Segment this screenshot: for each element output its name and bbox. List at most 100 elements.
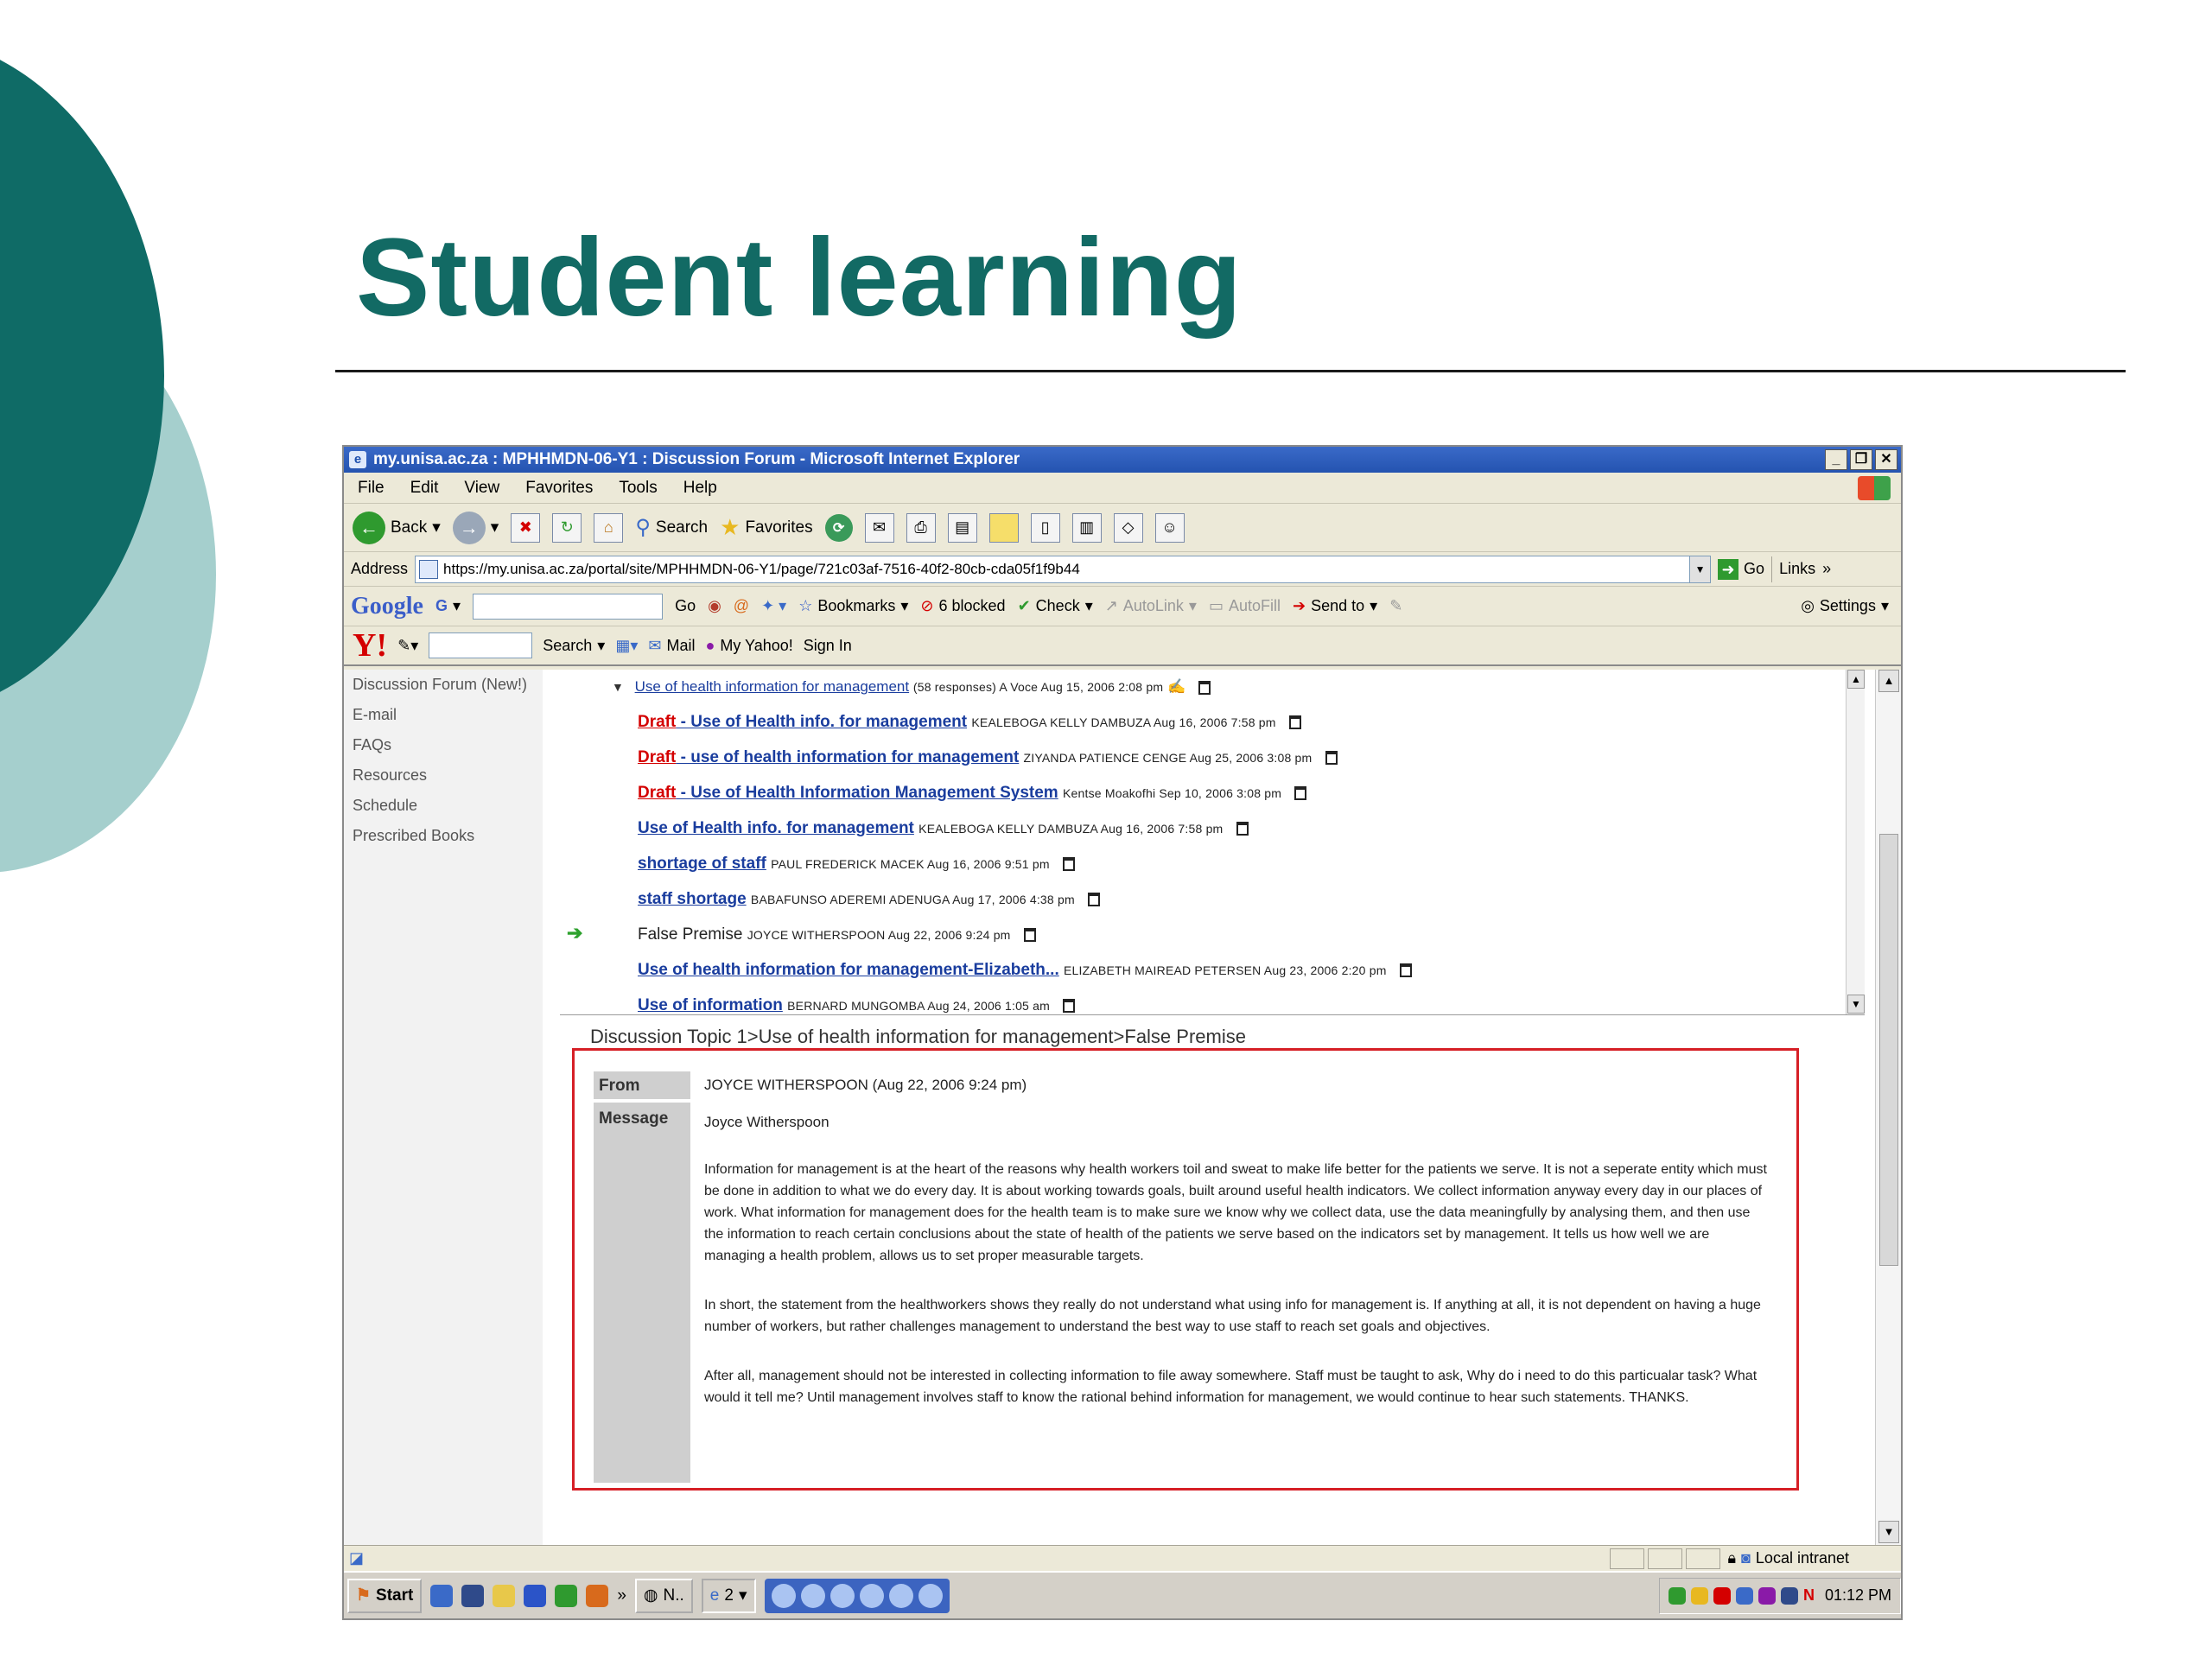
yahoo-layout-icon[interactable]: ▦▾ [615, 637, 638, 655]
home-icon[interactable]: ⌂ [594, 512, 624, 543]
yahoo-sign-in-button[interactable]: Sign In [804, 637, 852, 655]
research-icon[interactable]: ▥ [1071, 512, 1102, 543]
collapse-icon[interactable]: ▼ [612, 680, 624, 694]
yahoo-mail-button[interactable]: ✉ Mail [648, 637, 695, 655]
page-scroll-thumb[interactable] [1879, 834, 1898, 1266]
post-link[interactable]: staff shortage [638, 890, 747, 908]
go-button[interactable]: ➜ Go [1718, 558, 1764, 580]
trash-icon[interactable] [1063, 856, 1075, 871]
forward-button[interactable]: → ▾ [452, 511, 499, 544]
more-icon[interactable]: » [617, 1586, 626, 1605]
document-icon[interactable]: ▯ [1030, 512, 1060, 543]
trash-icon[interactable] [1236, 821, 1249, 836]
minimize-button[interactable]: _ [1825, 449, 1847, 470]
trash-icon[interactable] [1288, 715, 1301, 729]
trash-icon[interactable] [1088, 892, 1101, 906]
address-dropdown-icon[interactable]: ▼ [1689, 556, 1711, 582]
nav-item-email[interactable]: E-mail [353, 700, 543, 730]
task-button-1[interactable]: ◍ N.. [634, 1578, 693, 1613]
scroll-up-icon[interactable]: ▲ [1847, 670, 1865, 689]
menu-view[interactable]: View [464, 479, 499, 498]
trash-icon[interactable] [1294, 785, 1307, 800]
yahoo-search-button[interactable]: Search ▾ [543, 637, 605, 655]
google-search-input[interactable] [473, 593, 664, 620]
stop-icon[interactable]: ✖ [511, 512, 541, 543]
close-button[interactable]: ✕ [1875, 449, 1897, 470]
trash-icon[interactable] [1023, 927, 1036, 942]
nav-item-schedule[interactable]: Schedule [353, 791, 543, 821]
tray-icon[interactable] [1758, 1586, 1776, 1605]
scroll-down-icon[interactable]: ▼ [1847, 995, 1865, 1014]
trash-icon[interactable] [1325, 750, 1338, 765]
favorites-button[interactable]: ★ Favorites [720, 514, 812, 541]
excel-quicklaunch-icon[interactable] [555, 1584, 578, 1607]
nav-item-faqs[interactable]: FAQs [353, 730, 543, 760]
post-link[interactable]: Use of information [638, 996, 783, 1014]
back-button[interactable]: ← Back ▾ [353, 511, 441, 544]
post-draft-label[interactable]: Draft [638, 784, 676, 802]
send-to-button[interactable]: ➔ Send to ▾ [1293, 597, 1377, 615]
media-quicklaunch-icon[interactable] [461, 1584, 485, 1607]
nav-item-resources[interactable]: Resources [353, 760, 543, 791]
tray-icon[interactable] [1668, 1586, 1686, 1605]
google-g-button[interactable]: G ▾ [435, 597, 461, 615]
page-scroll-down-icon[interactable]: ▼ [1878, 1521, 1899, 1543]
norton-icon[interactable]: N [1803, 1586, 1815, 1605]
task-button-2[interactable]: e 2 ▾ [701, 1578, 756, 1613]
media-btn-icon[interactable] [859, 1583, 884, 1608]
media-btn-icon[interactable] [771, 1583, 796, 1608]
post-draft-label[interactable]: Draft [638, 748, 676, 766]
pencil-icon[interactable]: ✎ [1389, 597, 1402, 615]
media-btn-icon[interactable] [830, 1583, 855, 1608]
ie-quicklaunch-icon[interactable] [430, 1584, 454, 1607]
chevron-right-icon[interactable]: » [1822, 560, 1831, 578]
back-dropdown-icon[interactable]: ▾ [432, 518, 441, 537]
google-logo[interactable]: Google [351, 593, 423, 620]
popup-blocker-button[interactable]: ⊘ 6 blocked [920, 597, 1005, 615]
address-input[interactable]: https://my.unisa.ac.za/portal/site/MPHHM… [415, 555, 1712, 583]
media-btn-icon[interactable] [918, 1583, 943, 1608]
menu-edit[interactable]: Edit [410, 479, 439, 498]
reply-icon[interactable]: ✍ [1167, 678, 1185, 695]
edit-icon[interactable]: ▤ [947, 512, 977, 543]
post-link[interactable]: Use of Health info. for management [638, 819, 914, 837]
folder-quicklaunch-icon[interactable] [493, 1584, 516, 1607]
notes-icon[interactable] [988, 512, 1019, 543]
bookmarks-button[interactable]: ☆ Bookmarks ▾ [798, 597, 908, 615]
yahoo-search-input[interactable] [429, 632, 533, 658]
yahoo-logo[interactable]: Y! [353, 626, 387, 664]
autolink-button[interactable]: ↗ AutoLink ▾ [1105, 597, 1197, 615]
menu-file[interactable]: File [358, 479, 385, 498]
messenger-icon[interactable]: ☺ [1154, 512, 1185, 543]
post-link[interactable]: Use of health information for management… [638, 961, 1059, 979]
puzzle-icon[interactable]: ✦ ▾ [761, 597, 786, 615]
google-go-button[interactable]: Go [675, 597, 696, 615]
history-icon[interactable]: ⟳ [824, 513, 853, 542]
word-quicklaunch-icon[interactable] [524, 1584, 547, 1607]
media-player-bar[interactable] [764, 1578, 950, 1613]
media-btn-icon[interactable] [800, 1583, 825, 1608]
menu-help[interactable]: Help [683, 479, 717, 498]
menu-favorites[interactable]: Favorites [525, 479, 593, 498]
print-icon[interactable]: ⎙ [906, 512, 936, 543]
mail-icon[interactable]: ✉ [864, 512, 894, 543]
menu-tools[interactable]: Tools [619, 479, 657, 498]
post-link[interactable]: shortage of staff [638, 855, 766, 873]
media-btn-icon[interactable] [888, 1583, 913, 1608]
restore-button[interactable]: ❐ [1850, 449, 1872, 470]
post-link[interactable]: - Use of Health info. for management [676, 713, 968, 731]
powerpoint-quicklaunch-icon[interactable] [586, 1584, 609, 1607]
post-link[interactable]: - use of health information for manageme… [676, 748, 1020, 766]
my-yahoo-button[interactable]: ● My Yahoo! [705, 637, 792, 655]
tray-icon[interactable] [1690, 1586, 1708, 1605]
trash-icon[interactable] [1063, 998, 1076, 1013]
thread-scrollbar[interactable]: ▲ ▼ [1846, 670, 1865, 1014]
tray-icon[interactable] [1713, 1586, 1731, 1605]
thread-root-link[interactable]: Use of health information for management [635, 678, 910, 695]
trash-icon[interactable] [1399, 963, 1412, 977]
forward-dropdown-icon[interactable]: ▾ [491, 518, 499, 537]
autofill-button[interactable]: ▭ AutoFill [1209, 597, 1281, 615]
frame-icon[interactable]: ◇ [1113, 512, 1143, 543]
page-scroll-up-icon[interactable]: ▲ [1878, 670, 1899, 692]
post-draft-label[interactable]: Draft [638, 713, 676, 731]
